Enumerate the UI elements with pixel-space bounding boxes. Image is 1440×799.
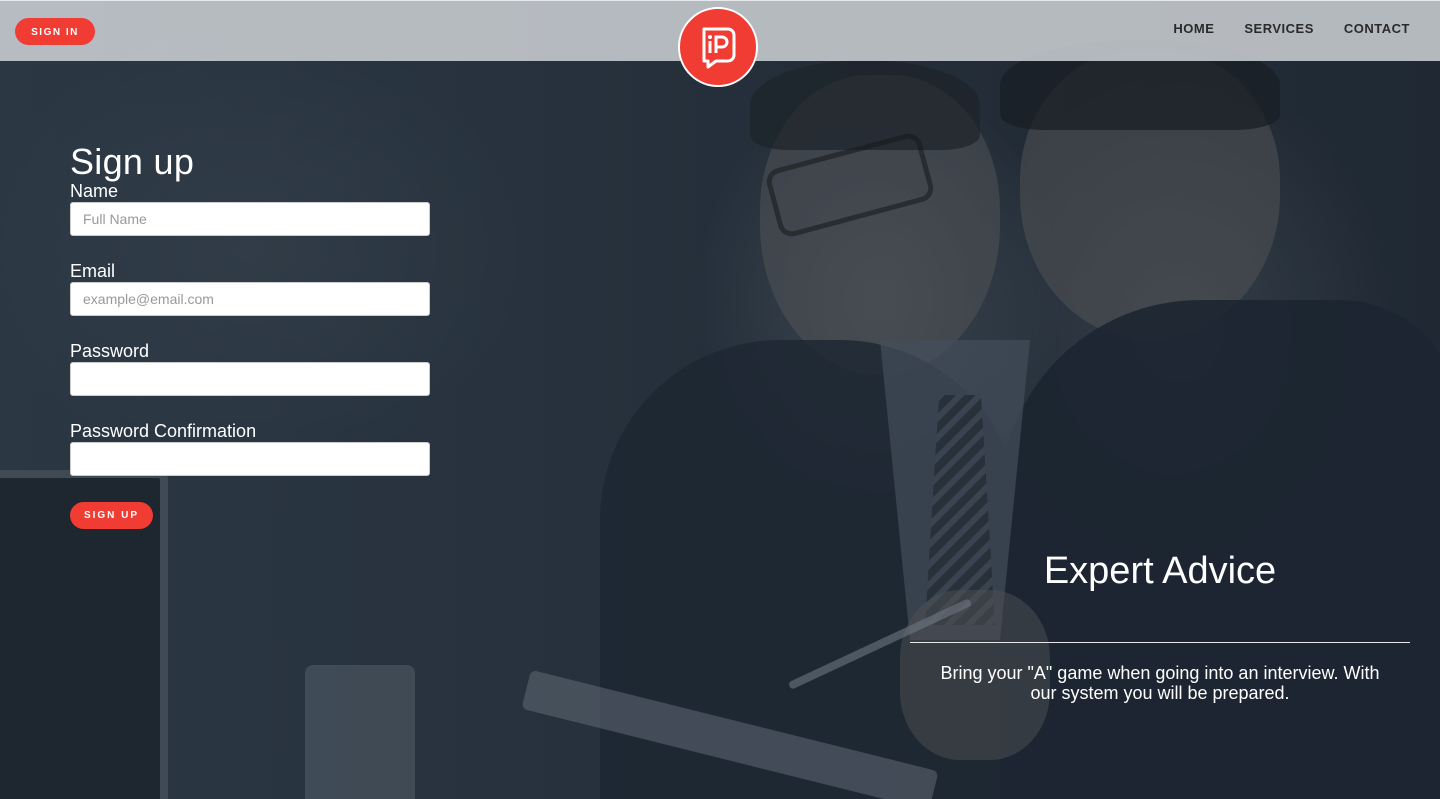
- top-navbar: SIGN IN HOME SERVICES CONTACT: [0, 0, 1440, 87]
- expert-advice-heading: Expert Advice: [1043, 550, 1277, 592]
- expert-advice-panel: Expert Advice Bring your "A" game when g…: [910, 550, 1410, 703]
- divider: [910, 642, 1410, 643]
- sign-in-button[interactable]: SIGN IN: [15, 18, 95, 45]
- name-label: Name: [70, 181, 119, 201]
- name-group: Name: [70, 181, 430, 236]
- email-label: Email: [70, 261, 116, 281]
- nav-contact-link[interactable]: CONTACT: [1344, 21, 1410, 36]
- password-label: Password: [70, 341, 150, 361]
- nav-services-link[interactable]: SERVICES: [1244, 21, 1314, 36]
- signup-form: Sign up Name Email Password Password Con…: [70, 143, 430, 529]
- password-confirmation-group: Password Confirmation: [70, 421, 430, 476]
- sign-up-button[interactable]: SIGN UP: [70, 502, 153, 529]
- email-group: Email: [70, 261, 430, 316]
- signup-title: Sign up: [70, 141, 195, 182]
- ip-speech-bubble-icon: [702, 27, 736, 69]
- password-confirmation-field[interactable]: [70, 442, 430, 476]
- nav-home-link[interactable]: HOME: [1173, 21, 1214, 36]
- name-field[interactable]: [70, 202, 430, 236]
- expert-advice-text: Bring your "A" game when going into an i…: [940, 663, 1380, 703]
- password-group: Password: [70, 341, 430, 396]
- email-field[interactable]: [70, 282, 430, 316]
- password-confirmation-label: Password Confirmation: [70, 421, 257, 441]
- password-field[interactable]: [70, 362, 430, 396]
- main-nav: HOME SERVICES CONTACT: [1173, 21, 1410, 36]
- ip-logo-icon[interactable]: [678, 7, 758, 87]
